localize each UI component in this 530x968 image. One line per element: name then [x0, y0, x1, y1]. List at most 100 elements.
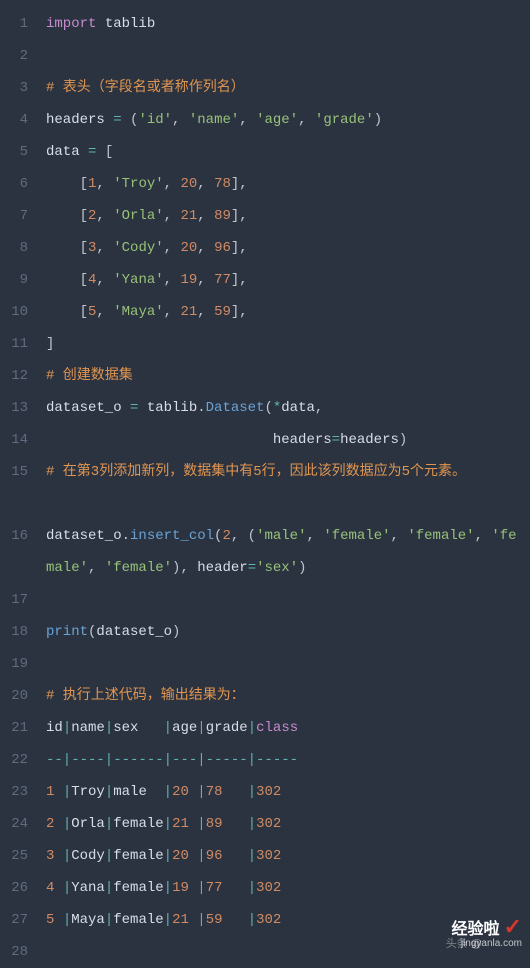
- token-var: grade: [206, 720, 248, 736]
- code-line[interactable]: dataset_o = tablib.Dataset(*data,: [46, 392, 522, 424]
- token-punc: ,: [197, 240, 214, 256]
- code-line[interactable]: print(dataset_o): [46, 616, 522, 648]
- token-plain: [96, 16, 104, 32]
- token-op: |: [197, 912, 205, 928]
- token-plain: [122, 112, 130, 128]
- code-line[interactable]: [4, 'Yana', 19, 77],: [46, 264, 522, 296]
- line-number: 8: [0, 232, 38, 264]
- token-fn: print: [46, 624, 88, 640]
- token-var: sex: [113, 720, 163, 736]
- token-num: 78: [214, 176, 231, 192]
- code-line[interactable]: # 创建数据集: [46, 360, 522, 392]
- code-line[interactable]: 3 |Cody|female|20 |96 |302: [46, 840, 522, 872]
- token-var: female: [113, 912, 163, 928]
- code-line[interactable]: [2, 'Orla', 21, 89],: [46, 200, 522, 232]
- token-punc: ,: [88, 560, 105, 576]
- code-line[interactable]: [3, 'Cody', 20, 96],: [46, 232, 522, 264]
- code-line[interactable]: # 执行上述代码，输出结果为：: [46, 680, 522, 712]
- line-number: 10: [0, 296, 38, 328]
- token-punc: ],: [231, 240, 248, 256]
- token-plain: [54, 880, 62, 896]
- code-line[interactable]: id|name|sex |age|grade|class: [46, 712, 522, 744]
- code-line[interactable]: headers = ('id', 'name', 'age', 'grade'): [46, 104, 522, 136]
- token-punc: ),: [172, 560, 197, 576]
- code-line[interactable]: [46, 40, 522, 72]
- code-line[interactable]: headers=headers): [46, 424, 522, 456]
- line-number: 24: [0, 808, 38, 840]
- token-var: Troy: [71, 784, 105, 800]
- token-punc: ,: [164, 208, 181, 224]
- token-num: 21: [180, 304, 197, 320]
- token-punc: ,: [298, 112, 315, 128]
- code-editor[interactable]: 1234567891011121314151617181920212223242…: [0, 0, 530, 955]
- token-str: 'Troy': [113, 176, 163, 192]
- line-number: 2: [0, 40, 38, 72]
- token-num: 20: [180, 240, 197, 256]
- token-op: |: [63, 912, 71, 928]
- token-str: 'sex': [256, 560, 298, 576]
- token-str: 'female': [323, 528, 390, 544]
- token-cmt-hl: # 在第3列添加新列，数据集中有5行，因此该列数据应为5个元素。: [46, 464, 466, 480]
- token-op: |: [164, 848, 172, 864]
- token-var: female: [113, 816, 163, 832]
- code-line[interactable]: 1 |Troy|male |20 |78 |302: [46, 776, 522, 808]
- token-op: =: [248, 560, 256, 576]
- token-num: 19: [172, 880, 189, 896]
- token-str: 'age': [256, 112, 298, 128]
- line-number: 5: [0, 136, 38, 168]
- token-num: 302: [256, 912, 281, 928]
- token-punc: ,: [96, 272, 113, 288]
- code-line[interactable]: [1, 'Troy', 20, 78],: [46, 168, 522, 200]
- token-punc: ,: [96, 208, 113, 224]
- token-str: 'Yana': [113, 272, 163, 288]
- token-punc: [: [80, 304, 88, 320]
- token-op: |: [105, 784, 113, 800]
- token-op: |: [164, 784, 172, 800]
- token-punc: ],: [231, 304, 248, 320]
- code-line[interactable]: ]: [46, 328, 522, 360]
- code-line[interactable]: --|----|------|---|-----|-----: [46, 744, 522, 776]
- code-line[interactable]: 2 |Orla|female|21 |89 |302: [46, 808, 522, 840]
- code-line[interactable]: [5, 'Maya', 21, 59],: [46, 296, 522, 328]
- code-line[interactable]: [46, 584, 522, 616]
- code-area[interactable]: import tablib # 表头（字段名或者称作列名）headers = ('…: [38, 0, 530, 955]
- token-punc: ): [172, 624, 180, 640]
- token-punc: [: [80, 240, 88, 256]
- token-punc: ,: [315, 400, 323, 416]
- token-punc: ]: [46, 336, 54, 352]
- token-punc: ): [298, 560, 306, 576]
- code-line[interactable]: 5 |Maya|female|21 |59 |302: [46, 904, 522, 936]
- code-line[interactable]: 4 |Yana|female|19 |77 |302: [46, 872, 522, 904]
- token-op: |: [63, 720, 71, 736]
- token-op: |: [164, 720, 172, 736]
- code-line[interactable]: data = [: [46, 136, 522, 168]
- line-number: 14: [0, 424, 38, 456]
- token-plain: [96, 144, 104, 160]
- line-number: 20: [0, 680, 38, 712]
- line-number: 7: [0, 200, 38, 232]
- token-plain: [54, 816, 62, 832]
- line-number: 17: [0, 584, 38, 616]
- line-number: 15: [0, 456, 38, 520]
- token-var: male: [113, 784, 163, 800]
- token-num: 20: [180, 176, 197, 192]
- token-punc: , (: [231, 528, 256, 544]
- token-punc: .: [197, 400, 205, 416]
- token-punc: ,: [96, 176, 113, 192]
- token-str: 'female': [407, 528, 474, 544]
- token-mod: tablib: [105, 16, 155, 32]
- token-num: 302: [256, 816, 281, 832]
- token-cmt-hl: # 执行上述代码，输出结果为：: [46, 688, 245, 704]
- token-var: data: [281, 400, 315, 416]
- token-kw: import: [46, 16, 96, 32]
- token-punc: ,: [164, 272, 181, 288]
- code-line[interactable]: [46, 648, 522, 680]
- token-op: |: [105, 880, 113, 896]
- code-line[interactable]: import tablib: [46, 8, 522, 40]
- code-line[interactable]: dataset_o.insert_col(2, ('male', 'female…: [46, 520, 522, 584]
- token-op: |: [105, 816, 113, 832]
- token-num: 21: [172, 912, 189, 928]
- code-line[interactable]: # 在第3列添加新列，数据集中有5行，因此该列数据应为5个元素。: [46, 456, 522, 520]
- code-line[interactable]: # 表头（字段名或者称作列名）: [46, 72, 522, 104]
- token-op: |: [248, 912, 256, 928]
